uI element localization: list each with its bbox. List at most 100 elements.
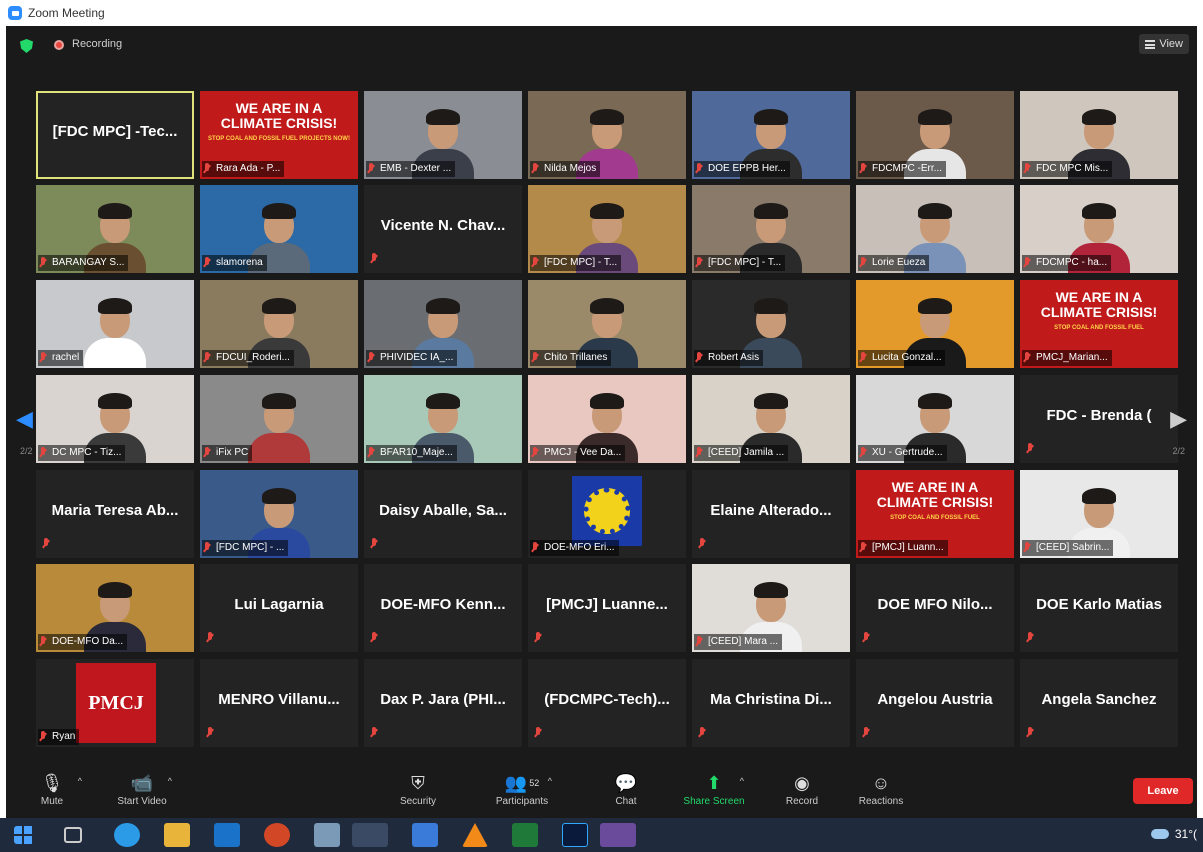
photoshop-icon[interactable]: [562, 823, 588, 847]
mute-options-icon[interactable]: ^: [78, 776, 82, 786]
share-options-icon[interactable]: ^: [740, 776, 744, 786]
chat-label: Chat: [615, 796, 637, 807]
excel-icon[interactable]: [512, 823, 538, 847]
participant-tile[interactable]: FDCMPC -Err...: [856, 91, 1014, 179]
participant-tile[interactable]: [PMCJ] Luanne...: [528, 564, 686, 652]
participant-name-label: PMCJ - Vee Da...: [530, 445, 626, 461]
participant-tile[interactable]: Lui Lagarnia: [200, 564, 358, 652]
participant-tile[interactable]: FDC - Brenda (: [1020, 375, 1178, 463]
muted-mic-icon: [370, 632, 378, 644]
muted-mic-icon: [695, 447, 703, 459]
participants-icon: 👥: [504, 772, 528, 793]
participant-tile[interactable]: DOE-MFO Kenn...: [364, 564, 522, 652]
participant-name: Vicente N. Chav...: [380, 217, 506, 234]
share-screen-button[interactable]: ⬆ Share Screen ^: [674, 770, 754, 808]
next-page-icon[interactable]: ▶: [1170, 406, 1187, 432]
muted-mic-icon: [531, 257, 539, 269]
participant-tile[interactable]: Nilda Mejos: [528, 91, 686, 179]
participant-tile[interactable]: [FDC MPC] - T...: [528, 185, 686, 273]
teams-icon[interactable]: [600, 823, 636, 847]
participant-tile[interactable]: Lorie Eueza: [856, 185, 1014, 273]
participant-tile[interactable]: DC MPC - Tiz...: [36, 375, 194, 463]
participant-tile[interactable]: DOE-MFO Eri...: [528, 470, 686, 558]
participant-tile[interactable]: Daisy Aballe, Sa...: [364, 470, 522, 558]
participant-name-label: FDCMPC -Err...: [858, 161, 946, 177]
powerpoint-icon[interactable]: [264, 823, 290, 847]
participant-tile[interactable]: Ma Christina Di...: [692, 659, 850, 747]
task-view-icon[interactable]: [64, 827, 82, 843]
participant-tile[interactable]: PMCJ Ryan: [36, 659, 194, 747]
participant-tile[interactable]: [CEED] Mara ...: [692, 564, 850, 652]
start-menu-icon[interactable]: [14, 826, 34, 844]
leave-button[interactable]: Leave: [1133, 778, 1193, 804]
participant-tile[interactable]: Angelou Austria: [856, 659, 1014, 747]
participant-tile[interactable]: WE ARE IN A CLIMATE CRISIS! STOP COAL AND…: [1020, 280, 1178, 368]
participant-tile[interactable]: [FDC MPC] - T...: [692, 185, 850, 273]
participant-tile[interactable]: EMB - Dexter ...: [364, 91, 522, 179]
participant-tile[interactable]: Angela Sanchez: [1020, 659, 1178, 747]
participant-tile[interactable]: Vicente N. Chav...: [364, 185, 522, 273]
participant-tile[interactable]: [CEED] Sabrin...: [1020, 470, 1178, 558]
muted-mic-icon: [1023, 352, 1031, 364]
participant-tile[interactable]: Elaine Alterado...: [692, 470, 850, 558]
participant-name-label: slamorena: [202, 255, 267, 271]
participant-tile[interactable]: Chito Trillanes: [528, 280, 686, 368]
participant-tile[interactable]: [FDC MPC] - ...: [200, 470, 358, 558]
notes-icon[interactable]: [314, 823, 340, 847]
previous-page-icon[interactable]: ◀: [16, 406, 33, 432]
participants-button[interactable]: 👥 52 Participants ^: [482, 770, 562, 808]
participant-tile[interactable]: FDCUI_Roderi...: [200, 280, 358, 368]
chat-button[interactable]: 💬 Chat: [586, 770, 666, 808]
participant-tile[interactable]: FDC MPC Mis...: [1020, 91, 1178, 179]
security-button[interactable]: ⛨ Security: [378, 770, 458, 808]
participant-tile[interactable]: BFAR10_Maje...: [364, 375, 522, 463]
vlc-icon[interactable]: [462, 823, 488, 847]
muted-mic-icon: [695, 352, 703, 364]
participant-tile[interactable]: [FDC MPC] -Tec...: [36, 91, 194, 179]
muted-mic-icon: [39, 257, 47, 269]
muted-mic-icon: [39, 447, 47, 459]
start-video-button[interactable]: 📹 Start Video ^: [102, 770, 182, 808]
mute-button[interactable]: 🎙 Mute ^: [12, 770, 92, 808]
participant-tile[interactable]: WE ARE IN A CLIMATE CRISIS! STOP COAL AND…: [200, 91, 358, 179]
muted-mic-icon: [203, 257, 211, 269]
muted-mic-icon: [1023, 163, 1031, 175]
muted-mic-icon: [859, 542, 867, 554]
outlook-icon[interactable]: [214, 823, 240, 847]
participant-video-figure: [244, 391, 314, 463]
reactions-button[interactable]: ☺ Reactions: [841, 770, 921, 808]
participant-tile[interactable]: PMCJ - Vee Da...: [528, 375, 686, 463]
edge-browser-icon[interactable]: [114, 823, 140, 847]
participant-name-label: Chito Trillanes: [530, 350, 612, 366]
participant-tile[interactable]: [CEED] Jamila ...: [692, 375, 850, 463]
participant-name-label: BFAR10_Maje...: [366, 445, 457, 461]
file-explorer-icon[interactable]: [164, 823, 190, 847]
participant-tile[interactable]: Lucita Gonzal...: [856, 280, 1014, 368]
participant-tile[interactable]: Robert Asis: [692, 280, 850, 368]
participants-options-icon[interactable]: ^: [548, 776, 552, 786]
record-button[interactable]: ◉ Record: [762, 770, 842, 808]
participant-tile[interactable]: XU - Gertrude...: [856, 375, 1014, 463]
media-player-icon[interactable]: [412, 823, 438, 847]
video-options-icon[interactable]: ^: [168, 776, 172, 786]
participant-name-label: Lucita Gonzal...: [858, 350, 946, 366]
participant-tile[interactable]: (FDCMPC-Tech)...: [528, 659, 686, 747]
participant-tile[interactable]: iFix PC: [200, 375, 358, 463]
participant-tile[interactable]: WE ARE IN A CLIMATE CRISIS! STOP COAL AND…: [856, 470, 1014, 558]
participant-tile[interactable]: DOE EPPB Her...: [692, 91, 850, 179]
muted-mic-icon: [203, 163, 211, 175]
participant-tile[interactable]: DOE Karlo Matias: [1020, 564, 1178, 652]
participant-tile[interactable]: PHIVIDEC IA_...: [364, 280, 522, 368]
participant-tile[interactable]: FDCMPC - ha...: [1020, 185, 1178, 273]
record-icon: ◉: [794, 772, 810, 793]
muted-mic-icon: [367, 447, 375, 459]
participant-tile[interactable]: slamorena: [200, 185, 358, 273]
participant-tile[interactable]: DOE-MFO Da...: [36, 564, 194, 652]
participant-tile[interactable]: BARANGAY S...: [36, 185, 194, 273]
participant-tile[interactable]: Dax P. Jara (PHI...: [364, 659, 522, 747]
zoom-taskbar-icon[interactable]: [352, 823, 388, 847]
participant-tile[interactable]: rachel: [36, 280, 194, 368]
participant-tile[interactable]: DOE MFO Nilo...: [856, 564, 1014, 652]
participant-tile[interactable]: MENRO Villanu...: [200, 659, 358, 747]
participant-tile[interactable]: Maria Teresa Ab...: [36, 470, 194, 558]
